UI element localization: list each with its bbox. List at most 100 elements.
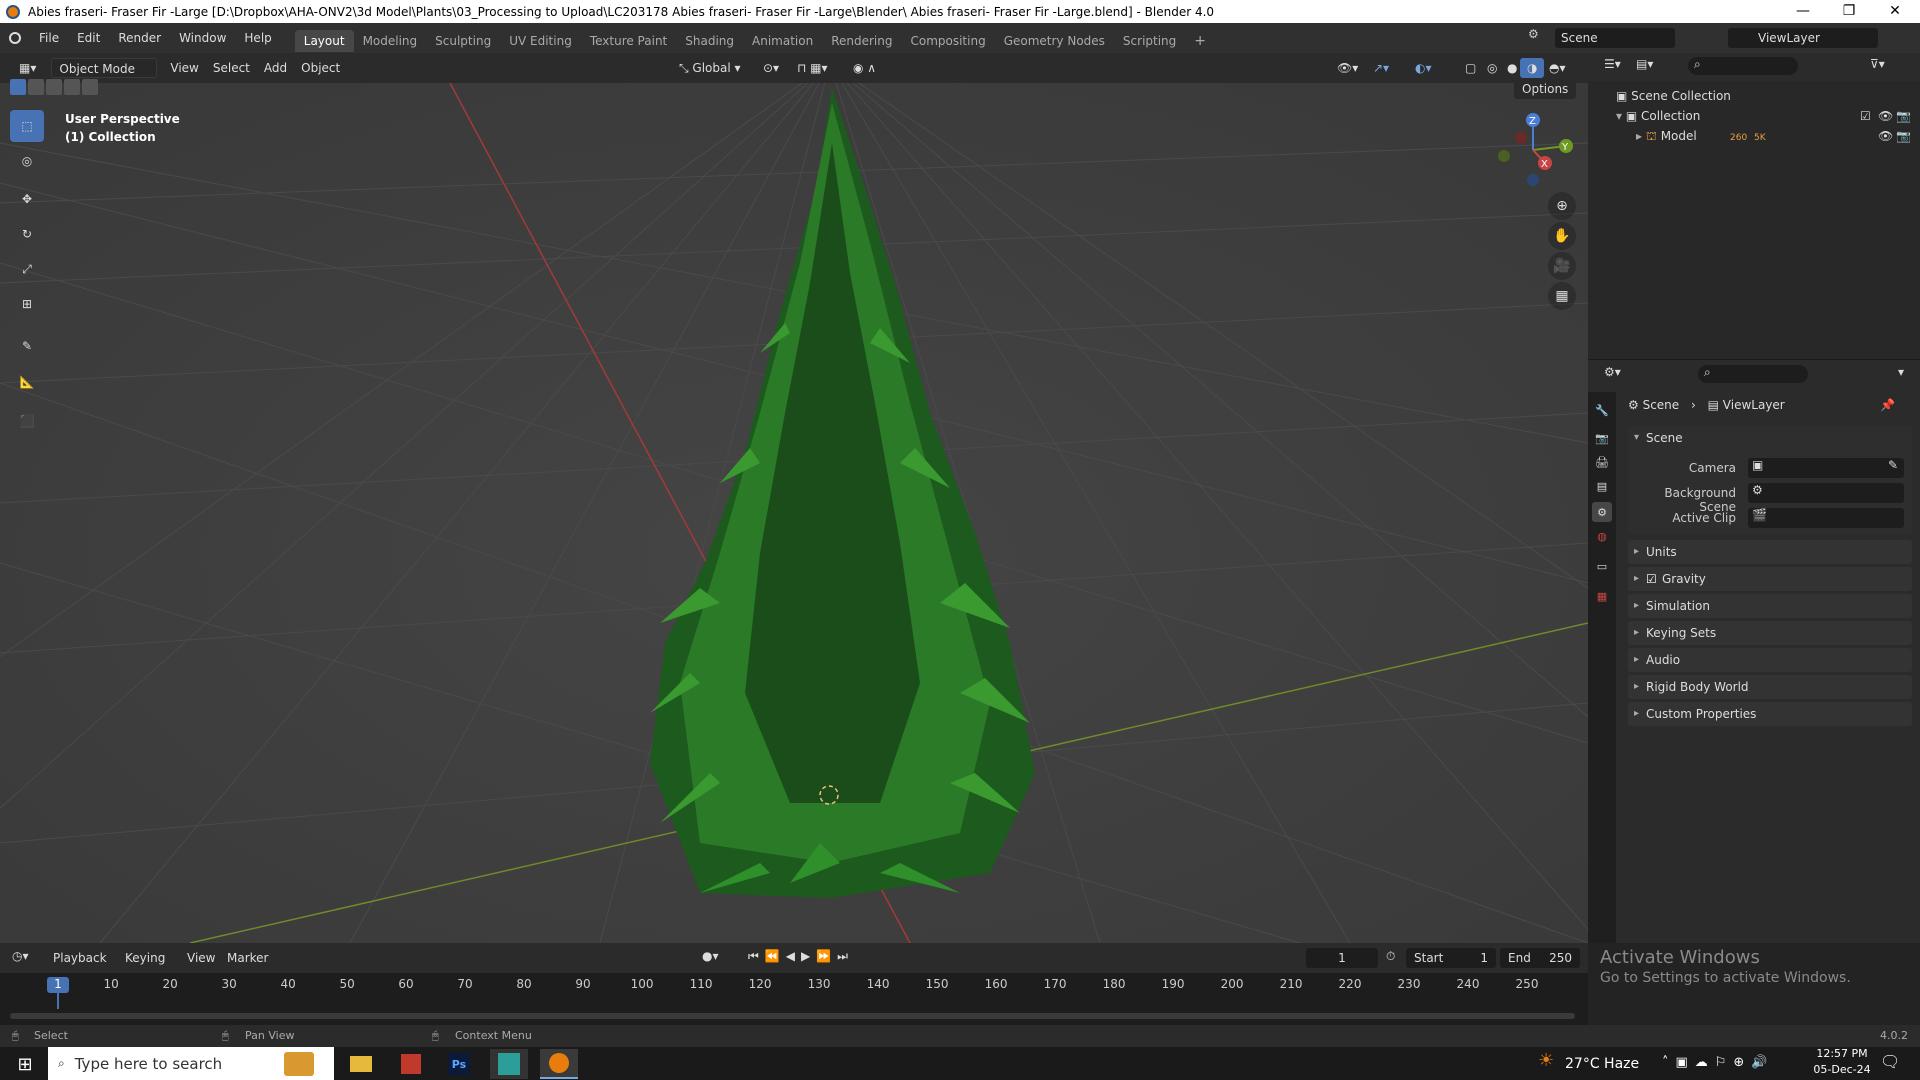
gravity-panel-header[interactable]: ▸ ☑ Gravity xyxy=(1628,567,1912,591)
preview-range-icon[interactable]: ⏱ xyxy=(1386,949,1395,964)
shading-material-icon[interactable]: ◑ xyxy=(1520,58,1545,78)
current-frame-field[interactable]: 1 xyxy=(1306,948,1378,968)
add-cube-tool-icon[interactable]: ⬛ xyxy=(10,405,44,437)
collection-expand-icon[interactable]: ▾ xyxy=(1616,109,1626,123)
keying-sets-panel-header[interactable]: ▸ Keying Sets xyxy=(1628,621,1912,645)
timeline-menu-keying[interactable]: Keying xyxy=(118,948,172,968)
timeline-menu-playback[interactable]: Playback xyxy=(46,948,114,968)
menu-file[interactable]: File xyxy=(30,23,68,53)
rigid-body-world-panel-header[interactable]: ▸ Rigid Body World xyxy=(1628,675,1912,699)
select-mode-invert-icon[interactable] xyxy=(64,79,80,95)
model-render-icon[interactable]: 📷 xyxy=(1896,126,1911,146)
simulation-panel-header[interactable]: ▸ Simulation xyxy=(1628,594,1912,618)
timeline-scrollbar[interactable] xyxy=(10,1013,1575,1019)
pivot-point-icon[interactable]: ⊙▾ xyxy=(756,58,786,78)
timeline-menu-view[interactable]: View xyxy=(180,948,222,968)
gravity-checkbox[interactable]: ☑ xyxy=(1646,567,1657,591)
background-scene-field[interactable]: ⚙ xyxy=(1748,483,1904,503)
collection-visibility-icon[interactable]: 👁 xyxy=(1878,106,1893,126)
file-explorer-icon[interactable] xyxy=(342,1049,380,1079)
viewport-menu-add[interactable]: Add xyxy=(257,58,294,78)
model-expand-icon[interactable]: ▸ xyxy=(1636,129,1646,143)
tool-tab-icon[interactable]: 🔧 xyxy=(1592,400,1612,420)
viewport-menu-view[interactable]: View xyxy=(163,58,205,78)
collection-checkbox-icon[interactable]: ☑ xyxy=(1860,106,1871,126)
model-visibility-icon[interactable]: 👁 xyxy=(1878,126,1893,146)
sketchup-icon[interactable] xyxy=(392,1049,430,1079)
notification-icon[interactable]: 🗨 xyxy=(1880,1052,1900,1071)
transform-tool-icon[interactable]: ⊞ xyxy=(10,288,44,320)
texture-tab-icon[interactable]: ▦ xyxy=(1592,586,1612,606)
shading-rendered-icon[interactable]: ◓▾ xyxy=(1542,58,1573,78)
timeline-menu-marker[interactable]: Marker xyxy=(220,948,275,968)
measure-tool-icon[interactable]: 📐 xyxy=(10,366,44,398)
workspace-tab-modeling[interactable]: Modeling xyxy=(354,30,427,52)
start-frame-field[interactable]: Start 1 xyxy=(1406,948,1496,968)
navigation-gizmo[interactable]: Z Y X xyxy=(1488,110,1578,190)
active-clip-field[interactable]: 🎬 xyxy=(1748,508,1904,528)
playback-controls[interactable]: ⏮⏪◀▶⏩⏭ xyxy=(748,949,854,964)
workspace-tab-geometry-nodes[interactable]: Geometry Nodes xyxy=(995,30,1114,52)
windows-start-icon[interactable]: ⊞ xyxy=(6,1049,44,1079)
mode-selector[interactable]: Object Mode xyxy=(51,58,158,78)
collection-render-icon[interactable]: 📷 xyxy=(1896,106,1911,126)
auto-keying-icon[interactable]: ●▾ xyxy=(702,949,719,963)
output-tab-icon[interactable]: 🖨 xyxy=(1592,452,1612,472)
photoshop-icon[interactable]: Ps xyxy=(440,1049,478,1079)
viewport-menu-select[interactable]: Select xyxy=(206,58,257,78)
menu-edit[interactable]: Edit xyxy=(68,23,109,53)
scale-tool-icon[interactable]: ⤢ xyxy=(10,253,44,285)
outliner-filter-icon[interactable]: ⊽▾ xyxy=(1870,57,1885,71)
view-layer-selector[interactable]: ViewLayer xyxy=(1728,28,1878,48)
taskbar-search-box[interactable]: ⌕ Type here to search xyxy=(48,1047,334,1080)
scene-tab-icon[interactable]: ⚙ xyxy=(1592,502,1612,522)
render-tab-icon[interactable]: 📷 xyxy=(1592,428,1612,448)
audio-panel-header[interactable]: ▸ Audio xyxy=(1628,648,1912,672)
custom-properties-panel-header[interactable]: ▸ Custom Properties xyxy=(1628,702,1912,726)
end-frame-field[interactable]: End 250 xyxy=(1500,948,1580,968)
workspace-tab-shading[interactable]: Shading xyxy=(676,30,743,52)
pan-hand-icon[interactable]: ✋ xyxy=(1548,222,1576,250)
rotate-tool-icon[interactable]: ↻ xyxy=(10,218,44,250)
workspace-tab-sculpting[interactable]: Sculpting xyxy=(426,30,500,52)
weather-icon[interactable]: ☀ xyxy=(1538,1050,1554,1071)
snap-icon[interactable]: ⊓ ▦▾ xyxy=(790,58,835,78)
viewport-menu-object[interactable]: Object xyxy=(294,58,347,78)
menu-render[interactable]: Render xyxy=(109,23,170,53)
camera-field[interactable]: ▣ ✎ xyxy=(1748,458,1904,478)
menu-window[interactable]: Window xyxy=(170,23,235,53)
scene-selector[interactable]: Scene xyxy=(1555,28,1675,48)
select-box-tool-icon[interactable]: ⬚ xyxy=(10,110,44,142)
options-dropdown[interactable]: Options xyxy=(1514,79,1577,99)
blender-menu-icon[interactable] xyxy=(0,32,30,44)
units-panel-header[interactable]: ▸ Units xyxy=(1628,540,1912,564)
minimize-button[interactable]: — xyxy=(1780,0,1826,23)
workspace-tab-animation[interactable]: Animation xyxy=(743,30,822,52)
collection-tab-icon[interactable]: ▭ xyxy=(1592,556,1612,576)
gizmo-toggle-icon[interactable]: ↗▾ xyxy=(1366,58,1396,78)
system-tray-icons[interactable]: ˄▣☁⚐⊕🔊 xyxy=(1662,1055,1775,1070)
proportional-edit-icon[interactable]: ◉ ∧ xyxy=(846,58,883,78)
workspace-tab-scripting[interactable]: Scripting xyxy=(1114,30,1185,52)
properties-search-field[interactable]: ⌕ xyxy=(1698,365,1808,383)
overlay-toggle-icon[interactable]: ◐▾ xyxy=(1408,58,1439,78)
select-mode-new-icon[interactable] xyxy=(10,79,26,95)
scene-collection-row[interactable]: ▣ Scene Collection xyxy=(1588,86,1920,106)
visibility-icon[interactable]: 👁▾ xyxy=(1330,58,1365,78)
workspace-tab-compositing[interactable]: Compositing xyxy=(901,30,994,52)
collection-row[interactable]: ▾ ▣ Collection ☑ 👁 📷 xyxy=(1588,106,1920,126)
camera-view-icon[interactable]: 🎥 xyxy=(1548,252,1576,280)
weather-text[interactable]: 27°C Haze xyxy=(1565,1056,1639,1072)
outliner-editor-type-icon[interactable]: ☰▾ xyxy=(1604,57,1621,71)
perspective-toggle-icon[interactable]: ▦ xyxy=(1548,282,1576,310)
menu-help[interactable]: Help xyxy=(235,23,280,53)
blender-taskbar-icon[interactable] xyxy=(540,1049,578,1079)
workspace-tab-rendering[interactable]: Rendering xyxy=(822,30,901,52)
3ds-app-icon[interactable] xyxy=(490,1049,528,1079)
workspace-tab-uv-editing[interactable]: UV Editing xyxy=(500,30,581,52)
outliner-search-field[interactable]: ⌕ xyxy=(1688,57,1798,75)
properties-editor-type-icon[interactable]: ⚙▾ xyxy=(1604,365,1621,379)
close-button[interactable]: ✕ xyxy=(1872,0,1918,23)
select-mode-subtract-icon[interactable] xyxy=(46,79,62,95)
workspace-tab-texture-paint[interactable]: Texture Paint xyxy=(581,30,676,52)
